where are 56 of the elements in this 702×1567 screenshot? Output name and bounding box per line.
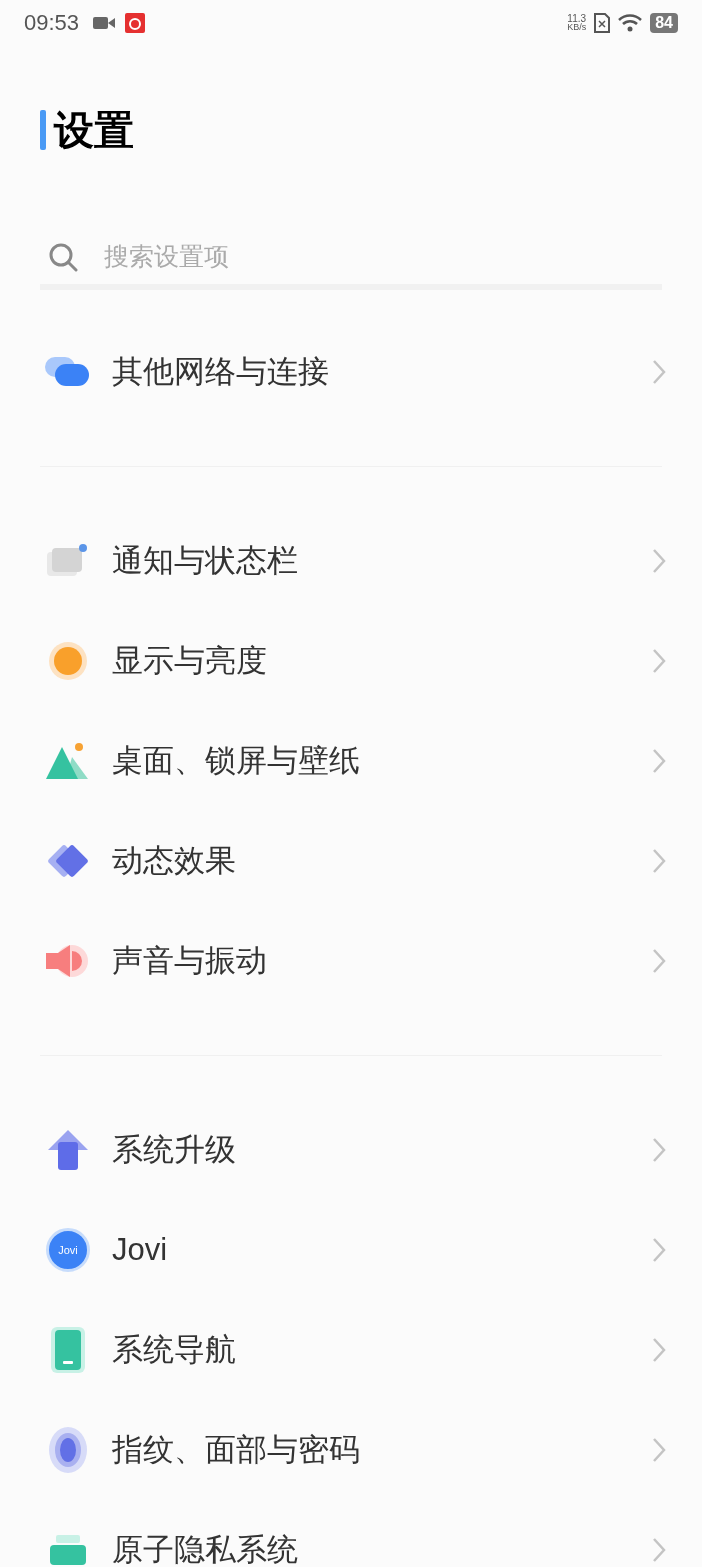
wifi-icon bbox=[618, 13, 643, 32]
chat-bubbles-icon bbox=[45, 357, 91, 387]
chevron-right-icon bbox=[652, 1237, 666, 1263]
battery-indicator: 84 bbox=[650, 12, 678, 33]
notification-icon bbox=[47, 544, 89, 578]
speaker-icon bbox=[46, 943, 90, 979]
settings-item[interactable]: 系统升级 bbox=[0, 1100, 702, 1200]
page-title: 设置 bbox=[54, 108, 134, 152]
settings-item[interactable]: 桌面、锁屏与壁纸 bbox=[0, 711, 702, 811]
chevron-right-icon bbox=[652, 1437, 666, 1463]
diamond-icon bbox=[46, 843, 90, 879]
chevron-right-icon bbox=[652, 1337, 666, 1363]
sim-card-icon bbox=[594, 12, 611, 33]
item-label: 指纹、面部与密码 bbox=[112, 1430, 361, 1469]
settings-item[interactable]: Jovi Jovi bbox=[0, 1200, 702, 1300]
chevron-right-icon bbox=[652, 1137, 666, 1163]
settings-item[interactable]: 显示与亮度 bbox=[0, 611, 702, 711]
jovi-logo: Jovi bbox=[46, 1228, 90, 1272]
chevron-right-icon bbox=[652, 548, 666, 574]
video-camera-icon bbox=[93, 15, 116, 30]
search-input[interactable]: 搜索设置项 bbox=[104, 238, 662, 276]
chevron-right-icon bbox=[652, 948, 666, 974]
item-label: 系统导航 bbox=[112, 1330, 237, 1369]
title-accent-bar bbox=[40, 110, 46, 150]
item-label: 桌面、锁屏与壁纸 bbox=[112, 741, 361, 780]
item-label: 其他网络与连接 bbox=[112, 352, 330, 391]
music-app-icon bbox=[125, 12, 146, 33]
chevron-right-icon bbox=[652, 848, 666, 874]
search-field[interactable]: 搜索设置项 bbox=[40, 230, 662, 290]
settings-item[interactable]: 声音与振动 bbox=[0, 911, 702, 1011]
item-label: 声音与振动 bbox=[112, 941, 268, 980]
chevron-right-icon bbox=[652, 748, 666, 774]
up-arrow-icon bbox=[46, 1128, 90, 1172]
item-label: 通知与状态栏 bbox=[112, 541, 299, 580]
network-speed-unit: KB/s bbox=[567, 22, 587, 32]
chevron-right-icon bbox=[652, 1537, 666, 1563]
chevron-right-icon bbox=[652, 359, 666, 385]
mountain-icon bbox=[46, 743, 90, 779]
chevron-right-icon bbox=[652, 648, 666, 674]
settings-item[interactable]: 通知与状态栏 bbox=[0, 511, 702, 611]
phone-icon bbox=[51, 1327, 85, 1373]
settings-item[interactable]: 其他网络与连接 bbox=[0, 322, 702, 422]
network-speed: 11.3 bbox=[567, 13, 587, 23]
item-label: Jovi bbox=[112, 1230, 169, 1269]
item-label: 动态效果 bbox=[112, 841, 237, 880]
settings-item[interactable]: 系统导航 bbox=[0, 1300, 702, 1400]
settings-item[interactable]: 指纹、面部与密码 bbox=[0, 1400, 702, 1500]
status-time: 09:53 bbox=[24, 9, 80, 37]
fingerprint-icon bbox=[48, 1426, 88, 1474]
item-label: 显示与亮度 bbox=[112, 641, 268, 680]
item-label: 系统升级 bbox=[112, 1130, 237, 1169]
sun-icon bbox=[48, 641, 88, 681]
search-icon bbox=[48, 242, 78, 272]
settings-item[interactable]: 原子隐私系统 bbox=[0, 1500, 702, 1567]
item-label: 原子隐私系统 bbox=[112, 1530, 299, 1567]
settings-item[interactable]: 动态效果 bbox=[0, 811, 702, 911]
